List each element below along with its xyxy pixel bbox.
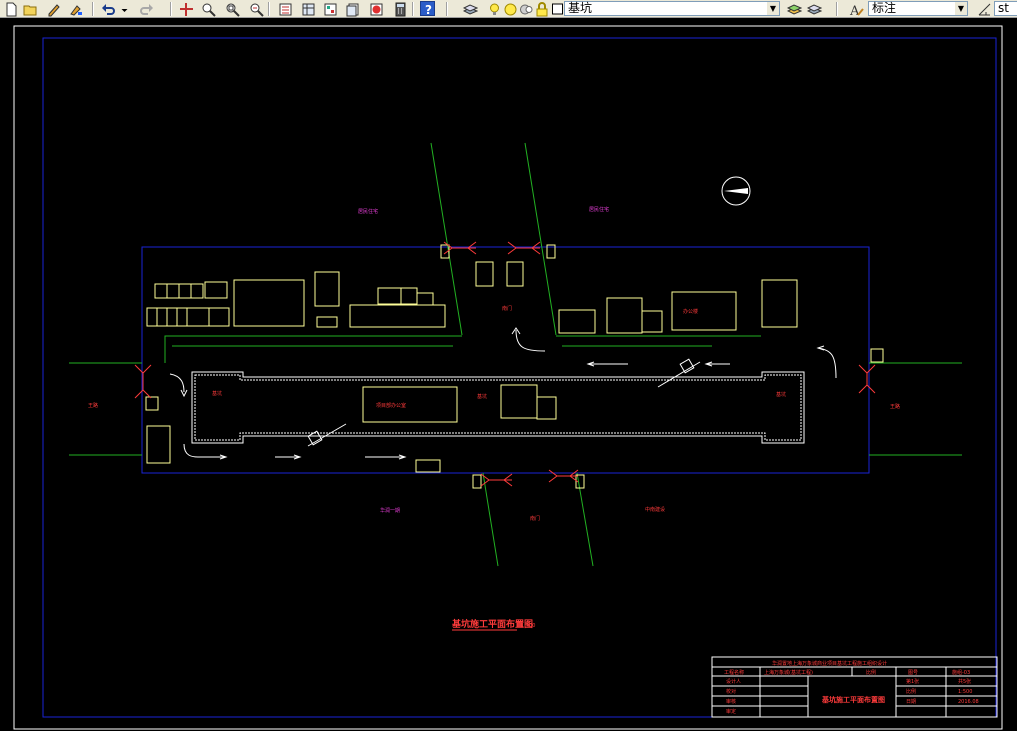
layer-color-swatch-icon[interactable] xyxy=(549,1,563,16)
sheet-set-icon[interactable] xyxy=(345,1,360,17)
title-block-scale-row-value: 1:500 xyxy=(958,689,972,695)
site-gates xyxy=(134,241,876,487)
label-north-area: 居民住宅 xyxy=(358,208,378,215)
title-block-sheet-total: 共5张 xyxy=(958,678,971,685)
markup-icon[interactable] xyxy=(368,1,383,16)
layer-previous-icon[interactable] xyxy=(786,1,802,16)
roads xyxy=(69,142,962,567)
layer-on-icon[interactable] xyxy=(486,1,501,16)
label-east-road: 王路 xyxy=(890,403,900,410)
title-block-drawing-name: 基坑施工平面布置图 xyxy=(821,695,885,704)
toolbar-separator xyxy=(412,2,414,16)
calculator-icon[interactable] xyxy=(392,1,407,17)
text-style-icon[interactable]: A xyxy=(848,1,864,17)
label-gate-top: 南门 xyxy=(502,305,512,312)
title-block-row-label: 审定 xyxy=(726,708,736,715)
dim-style-icon[interactable] xyxy=(976,1,991,16)
label-office-main: 项目部办公室 xyxy=(376,402,406,409)
properties-icon[interactable] xyxy=(277,1,292,16)
redo-icon[interactable] xyxy=(138,1,153,16)
site-boundary xyxy=(141,246,870,474)
text-style-dropdown[interactable]: 标注 ▼ xyxy=(868,1,968,16)
layer-freeze-icon[interactable] xyxy=(502,1,517,16)
label-pit-center: 基坑 xyxy=(477,393,487,400)
toolbar-separator xyxy=(92,2,94,16)
excavation-pit xyxy=(191,371,805,444)
current-dim-style: st xyxy=(998,1,1009,15)
title-block-row-label: 校对 xyxy=(726,688,736,695)
title-block-project-label: 工程名称 xyxy=(724,669,744,676)
toolbar-separator xyxy=(268,2,270,16)
zoom-previous-icon[interactable] xyxy=(248,1,264,17)
traffic-arrows xyxy=(169,327,837,460)
layer-dropdown[interactable]: 基坑 ▼ xyxy=(564,1,780,16)
toolbar-separator xyxy=(446,2,448,16)
layer-manager-icon[interactable] xyxy=(462,1,478,16)
layer-color-icon[interactable] xyxy=(534,1,549,17)
title-block-drawing-no-value: 施组-03 xyxy=(952,669,970,676)
edit-icon[interactable] xyxy=(45,1,60,17)
current-layer-name: 基坑 xyxy=(568,1,593,15)
zoom-realtime-icon[interactable] xyxy=(200,1,216,17)
design-center-icon[interactable] xyxy=(300,1,315,16)
label-south-west-area: 华润一期 xyxy=(380,507,400,514)
undo-icon[interactable] xyxy=(100,1,115,16)
zoom-window-icon[interactable] xyxy=(224,1,240,17)
pan-icon[interactable] xyxy=(178,1,193,16)
layer-lock-icon[interactable] xyxy=(518,1,533,16)
label-north-east-area: 居民住宅 xyxy=(589,206,609,213)
chevron-down-icon: ▼ xyxy=(767,2,779,15)
site-buildings xyxy=(145,244,884,489)
toolbar-separator xyxy=(170,2,172,16)
label-pit-left: 基坑 xyxy=(212,390,222,397)
layer-state-icon[interactable] xyxy=(806,1,822,16)
dim-style-dropdown[interactable]: st xyxy=(994,1,1017,16)
label-office-right: 办公楼 xyxy=(683,308,698,315)
title-block-date-label: 日期 xyxy=(906,699,916,705)
label-gate-bottom: 南门 xyxy=(530,515,540,522)
open-icon[interactable] xyxy=(22,1,37,16)
title-block-row-label: 审核 xyxy=(726,698,736,705)
title-block-scale-row-label: 比例 xyxy=(906,688,916,695)
plot-title-scale: 1:500 xyxy=(521,623,535,629)
title-block-scale-label: 比例 xyxy=(866,669,876,676)
title-block-date-value: 2016.08 xyxy=(958,699,979,705)
title-block-header: 华润置地上海万象城商业项目基坑工程施工组织设计 xyxy=(772,660,887,667)
current-style-name: 标注 xyxy=(872,1,897,15)
toolbar-separator xyxy=(836,2,838,16)
label-south-east-area: 中南建设 xyxy=(645,506,665,513)
label-west-road: 王路 xyxy=(88,402,98,409)
north-arrow-icon xyxy=(721,176,751,206)
new-icon[interactable] xyxy=(3,1,18,17)
chevron-down-icon: ▼ xyxy=(955,2,967,15)
paint-icon[interactable] xyxy=(68,1,83,16)
standard-toolbar: ? 基坑 ▼ A 标注 ▼ st xyxy=(0,0,1017,18)
undo-dropdown-icon[interactable] xyxy=(116,1,128,16)
drawing-canvas[interactable]: 居民住宅 居民住宅 华润一期 中南建设 王路 王路 南门 南门 基坑 基坑 基坑… xyxy=(0,18,1017,731)
svg-text:?: ? xyxy=(425,3,432,17)
label-pit-right: 基坑 xyxy=(776,391,786,398)
title-block-row-label: 设计人 xyxy=(726,678,741,685)
title-block-sheet: 第1张 xyxy=(906,678,919,685)
tool-palettes-icon[interactable] xyxy=(322,1,337,16)
title-block-drawing-no-label: 图号 xyxy=(908,670,918,676)
title-block-project-value: 上海万象城(基坑工程) xyxy=(764,669,813,676)
help-icon[interactable]: ? xyxy=(420,1,435,17)
